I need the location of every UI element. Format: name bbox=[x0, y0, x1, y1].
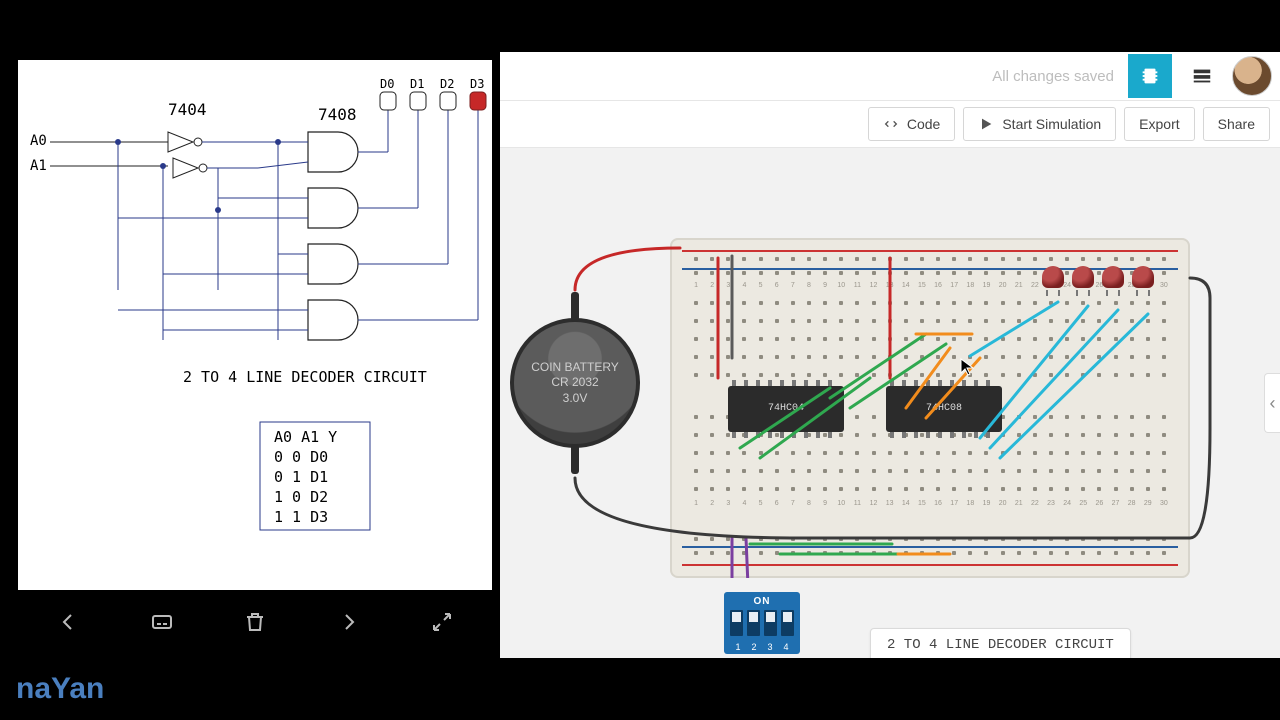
ic-74hc08[interactable]: 74HC08 bbox=[886, 386, 1002, 432]
share-label: Share bbox=[1218, 116, 1255, 132]
components-view-button[interactable] bbox=[1128, 54, 1172, 98]
app-header: All changes saved bbox=[500, 52, 1280, 100]
svg-text:2 TO 4 LINE DECODER CIRCUIT: 2 TO 4 LINE DECODER CIRCUIT bbox=[183, 368, 427, 386]
schematic-diagram: 7404 7408 A0 A1 bbox=[18, 60, 492, 590]
svg-text:A0 A1 Y: A0 A1 Y bbox=[274, 428, 337, 446]
svg-text:1 0 D2: 1 0 D2 bbox=[274, 488, 328, 506]
svg-text:D3: D3 bbox=[470, 77, 484, 91]
dip-on-label: ON bbox=[724, 596, 800, 607]
led-d1[interactable] bbox=[1072, 266, 1094, 292]
svg-text:D0: D0 bbox=[380, 77, 394, 91]
svg-text:A0: A0 bbox=[30, 133, 47, 149]
caption-icon[interactable] bbox=[142, 602, 182, 642]
svg-text:A1: A1 bbox=[30, 158, 47, 174]
svg-text:D2: D2 bbox=[440, 77, 454, 91]
coin-battery[interactable]: COIN BATTERY CR 2032 3.0V bbox=[510, 318, 640, 448]
design-title-bubble[interactable]: 2 TO 4 LINE DECODER CIRCUIT bbox=[870, 628, 1131, 658]
reference-panel: 7404 7408 A0 A1 bbox=[10, 52, 500, 658]
export-label: Export bbox=[1139, 116, 1179, 132]
list-view-button[interactable] bbox=[1180, 54, 1224, 98]
reference-toolbar bbox=[18, 592, 492, 652]
code-label: Code bbox=[907, 116, 940, 132]
battery-label-2: CR 2032 bbox=[551, 375, 598, 391]
inverter-gate-1 bbox=[168, 132, 202, 152]
action-toolbar: Code Start Simulation Export Share bbox=[500, 100, 1280, 148]
user-avatar[interactable] bbox=[1232, 56, 1272, 96]
label-7404: 7404 bbox=[168, 100, 207, 119]
svg-text:1 1 D3: 1 1 D3 bbox=[274, 508, 328, 526]
led-d3[interactable] bbox=[1132, 266, 1154, 292]
letterbox-top bbox=[0, 0, 1280, 52]
app-frame: All changes saved Code Start Simulation … bbox=[500, 52, 1280, 658]
led-d2[interactable] bbox=[1102, 266, 1124, 292]
inverter-gate-2 bbox=[173, 158, 207, 178]
design-canvas[interactable]: COIN BATTERY CR 2032 3.0V 123 bbox=[500, 148, 1280, 658]
prev-icon[interactable] bbox=[48, 602, 88, 642]
letterbox-bottom bbox=[0, 658, 1280, 720]
components-drawer-handle[interactable]: ‹ bbox=[1264, 373, 1280, 433]
save-status: All changes saved bbox=[992, 68, 1114, 85]
led-d0[interactable] bbox=[1042, 266, 1064, 292]
battery-label-3: 3.0V bbox=[563, 391, 588, 407]
ic-74hc04[interactable]: 74HC04 bbox=[728, 386, 844, 432]
svg-text:0 0 D0: 0 0 D0 bbox=[274, 448, 328, 466]
svg-text:D1: D1 bbox=[410, 77, 424, 91]
sim-label: Start Simulation bbox=[1002, 116, 1101, 132]
cursor-icon bbox=[960, 358, 974, 376]
dip-switch[interactable]: ON 1 2 3 4 bbox=[724, 592, 800, 654]
trash-icon[interactable] bbox=[235, 602, 275, 642]
next-icon[interactable] bbox=[329, 602, 369, 642]
expand-icon[interactable] bbox=[422, 602, 462, 642]
breadboard-group[interactable]: 1234567891011121314151617181920212223242… bbox=[670, 238, 1190, 578]
share-button[interactable]: Share bbox=[1203, 107, 1270, 141]
svg-text:0 1 D1: 0 1 D1 bbox=[274, 468, 328, 486]
start-simulation-button[interactable]: Start Simulation bbox=[963, 107, 1116, 141]
battery-label-1: COIN BATTERY bbox=[531, 360, 619, 376]
watermark: naYan bbox=[16, 672, 104, 706]
export-button[interactable]: Export bbox=[1124, 107, 1194, 141]
code-button[interactable]: Code bbox=[868, 107, 955, 141]
label-7408: 7408 bbox=[318, 105, 357, 124]
